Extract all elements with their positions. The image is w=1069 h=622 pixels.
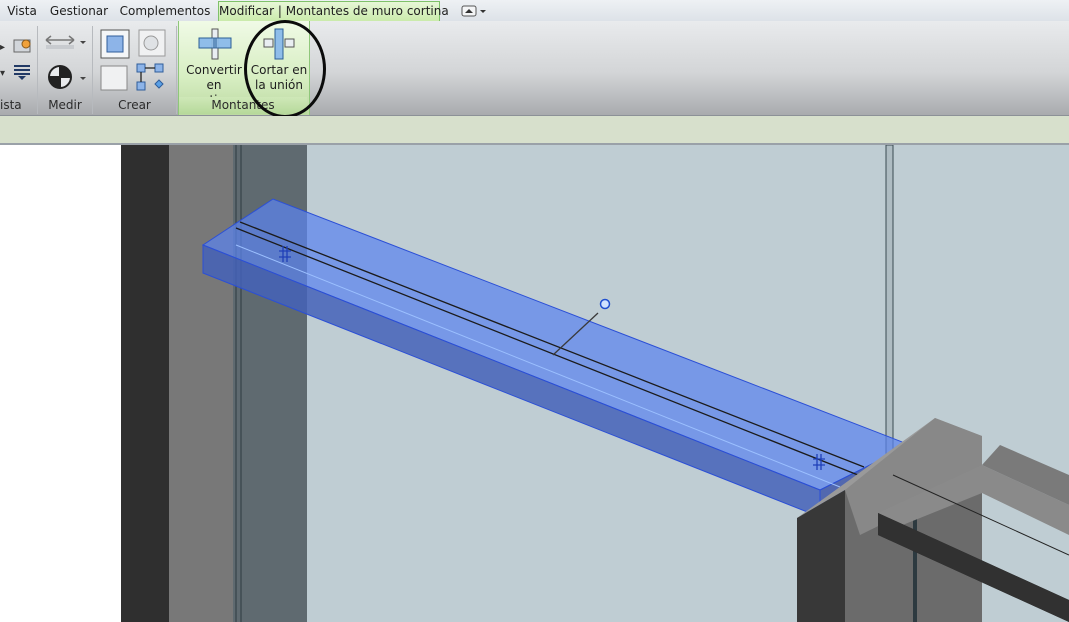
options-bar — [0, 116, 1069, 145]
panel-label-vista: ista — [0, 98, 22, 112]
tab-complementos[interactable]: Complementos — [118, 2, 212, 21]
cortar-label-line1: Cortar en — [250, 63, 308, 77]
wall-edge-dark — [121, 145, 169, 622]
tab-modificar-montantes[interactable]: Modificar | Montantes de muro cortina — [218, 1, 449, 22]
panel-separator — [176, 26, 177, 114]
panel-label-medir: Medir — [48, 98, 82, 112]
view-tool-icon[interactable]: ▸ ▾ — [0, 38, 34, 91]
tab-gestionar[interactable]: Gestionar — [48, 2, 110, 21]
panel-label-crear: Crear — [118, 98, 151, 112]
vertical-mullion-left-face[interactable] — [169, 145, 233, 622]
window-toggle-icon[interactable] — [460, 4, 488, 18]
convertir-label-line1: Convertir en — [186, 63, 242, 92]
cortar-label-line2: la unión — [255, 78, 303, 92]
dimension-icon[interactable] — [42, 62, 90, 95]
create-group-icon[interactable] — [97, 26, 169, 99]
mullion-continuous-icon[interactable] — [197, 27, 233, 64]
tab-vista[interactable]: Vista — [4, 2, 40, 21]
svg-text:▾: ▾ — [0, 68, 5, 79]
svg-text:▸: ▸ — [0, 42, 5, 53]
measure-distance-icon[interactable] — [42, 30, 90, 57]
mullion-break-icon[interactable] — [262, 27, 296, 64]
cortar-en-la-union-button[interactable]: Cortar en la unión — [248, 63, 310, 93]
panel-label-montantes: Montantes — [179, 97, 307, 114]
ribbon-tab-bar: Vista Gestionar Complementos Modificar |… — [0, 0, 1069, 22]
3d-viewport[interactable] — [0, 145, 1069, 622]
